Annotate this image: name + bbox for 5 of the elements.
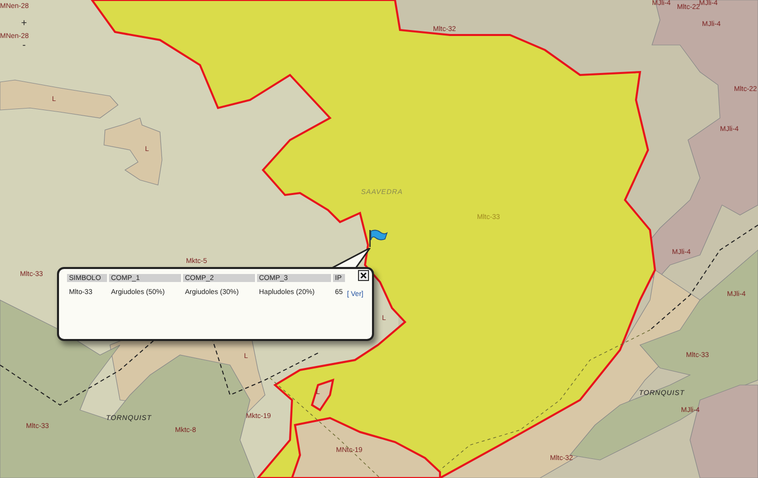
zoom-out-button[interactable]: - — [19, 42, 29, 50]
flag-icon — [368, 228, 388, 248]
close-icon — [360, 272, 367, 279]
zoom-in-button[interactable]: + — [19, 20, 29, 28]
close-button[interactable] — [358, 270, 369, 281]
